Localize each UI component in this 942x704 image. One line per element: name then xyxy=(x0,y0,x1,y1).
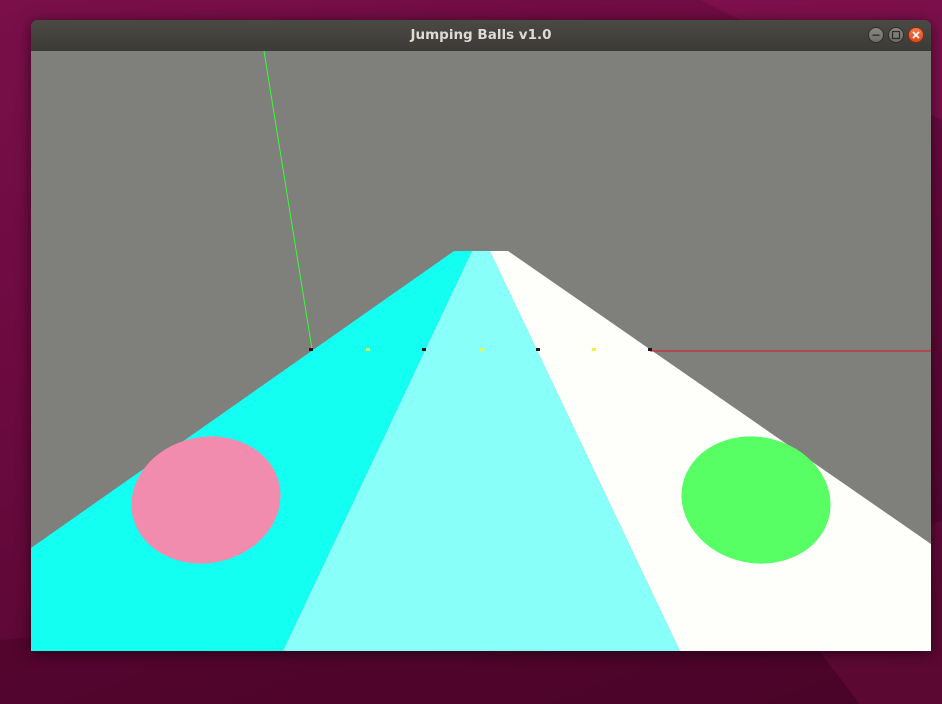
track-marker xyxy=(366,348,370,351)
track-marker xyxy=(592,348,596,351)
close-icon xyxy=(912,31,920,39)
game-canvas[interactable] xyxy=(31,51,931,651)
title-bar[interactable]: Jumping Balls v1.0 xyxy=(31,20,931,52)
maximize-icon xyxy=(891,30,901,40)
window-title: Jumping Balls v1.0 xyxy=(410,27,552,43)
track-marker xyxy=(309,348,313,351)
track-marker xyxy=(536,348,540,351)
track-marker xyxy=(422,348,426,351)
minimize-icon xyxy=(872,34,880,36)
track-marker xyxy=(479,348,483,351)
close-button[interactable] xyxy=(908,27,924,43)
maximize-button[interactable] xyxy=(888,27,904,43)
minimize-button[interactable] xyxy=(868,27,884,43)
track-marker xyxy=(648,348,652,351)
app-window: Jumping Balls v1.0 xyxy=(31,20,931,651)
